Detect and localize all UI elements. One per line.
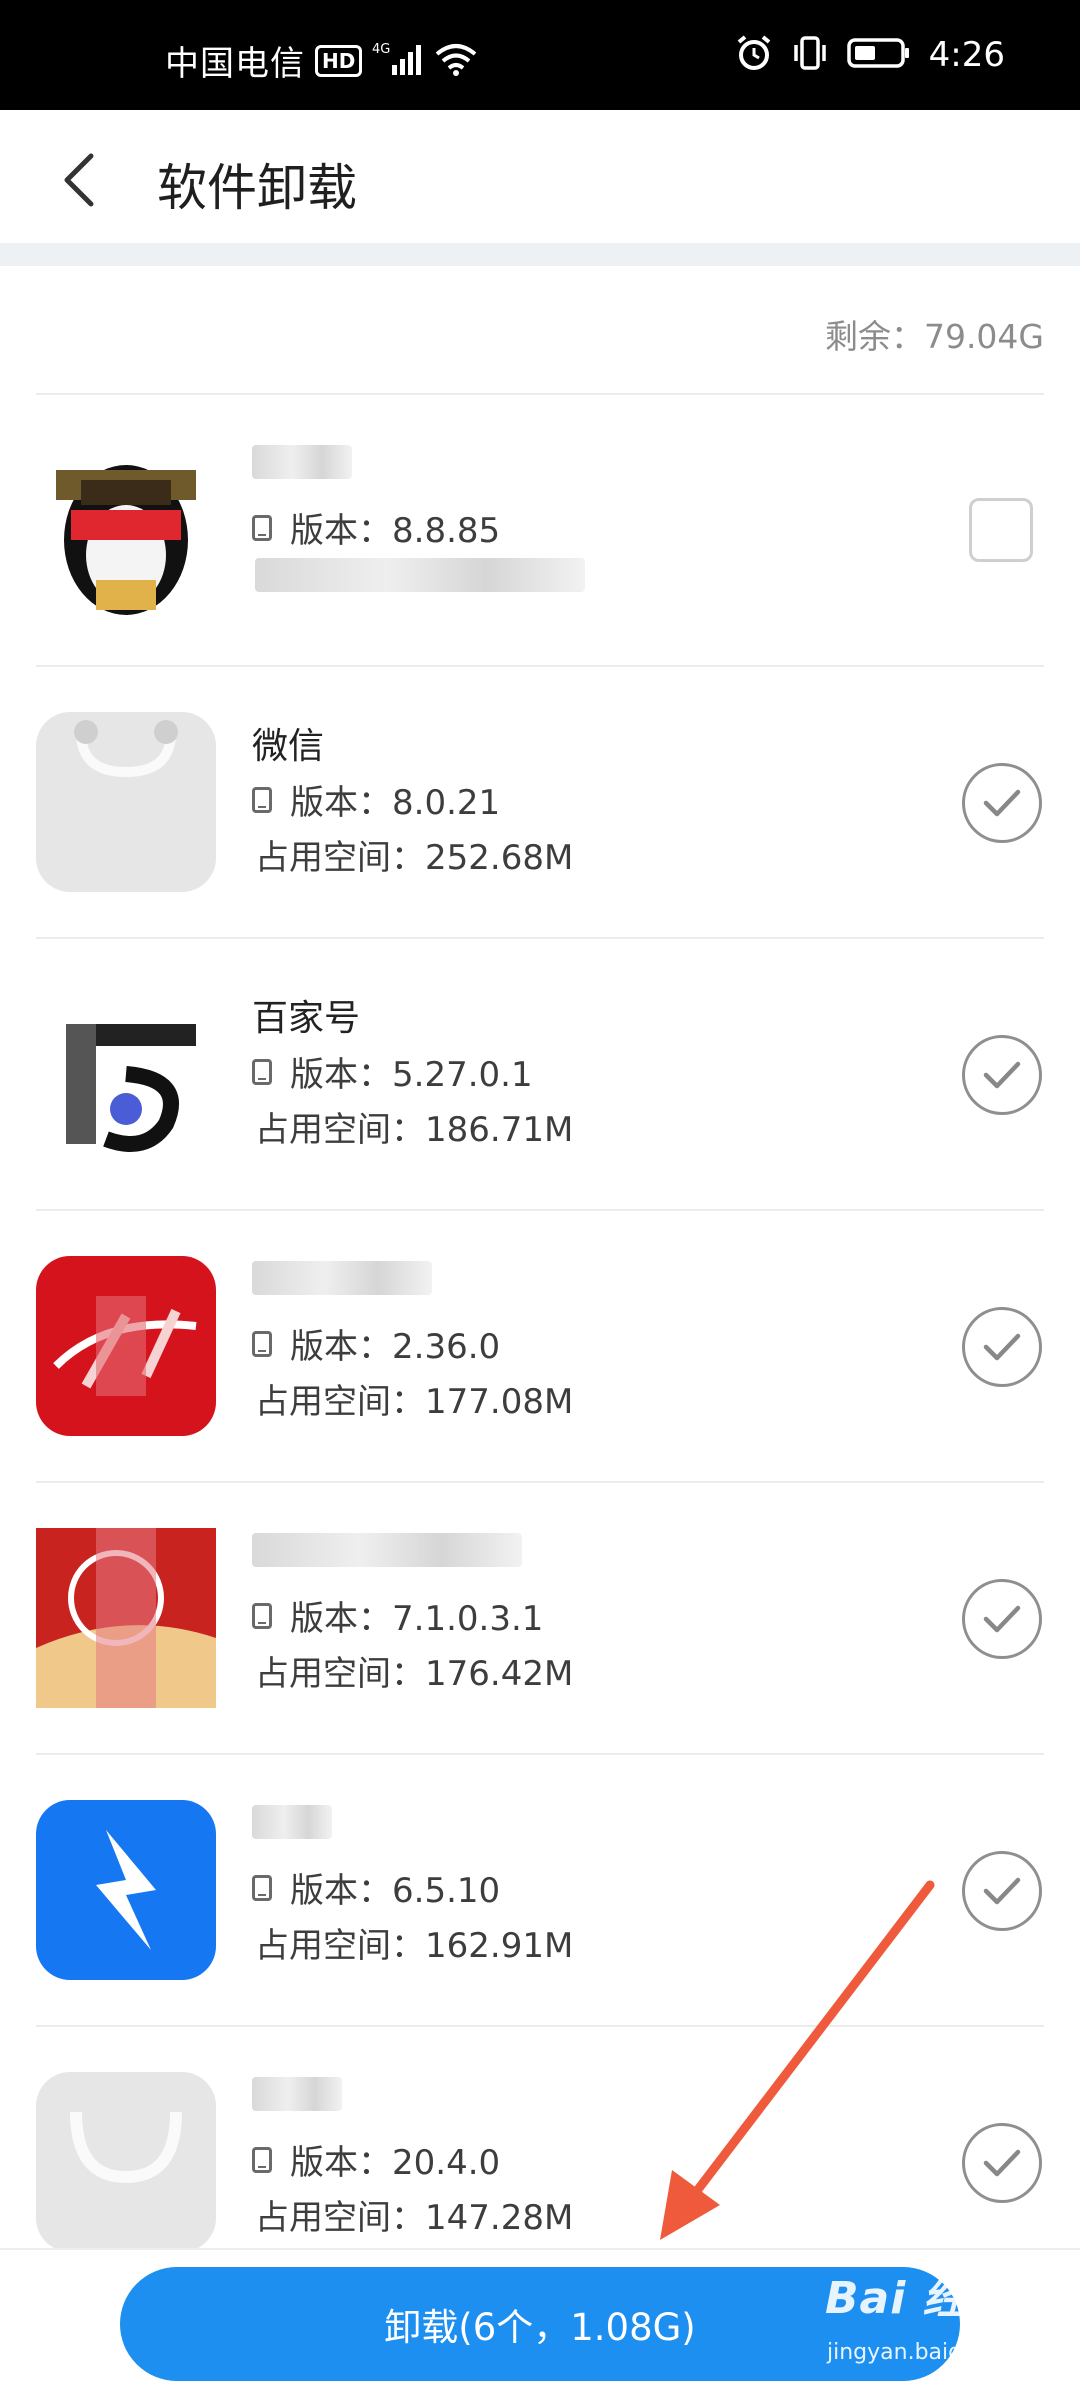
app-name: 微信 xyxy=(252,726,325,767)
app-list: 版本：8.8.85 微信 版本：8.0.21 占用空间：252.68M 百家号 … xyxy=(0,395,1080,2299)
checked-circle-icon[interactable] xyxy=(962,1307,1042,1387)
chevron-left-icon xyxy=(64,153,94,207)
watermark-url: jingyan.baidu.com xyxy=(827,2340,1031,2365)
checked-circle-icon[interactable] xyxy=(962,1851,1042,1931)
network-type: 4G xyxy=(372,42,390,57)
hd-badge: HD xyxy=(315,44,363,77)
penguin-icon xyxy=(36,440,216,620)
app-version: 版本：20.4.0 xyxy=(252,2135,500,2184)
checked-circle-icon[interactable] xyxy=(962,1035,1042,1115)
red-gold-app-icon xyxy=(36,1528,216,1708)
storage-remaining: 剩余：79.04G xyxy=(824,317,1044,356)
list-item[interactable]: 百家号 版本：5.27.0.1 占用空间：186.71M xyxy=(0,939,1080,1211)
select-checkbox[interactable] xyxy=(969,498,1033,562)
app-size: 占用空间：252.68M xyxy=(255,838,574,878)
app-size: 占用空间：177.08M xyxy=(255,1382,574,1422)
list-item[interactable]: 版本：7.1.0.3.1 占用空间：176.42M xyxy=(0,1483,1080,1755)
alarm-icon xyxy=(735,34,773,76)
phone-icon xyxy=(252,1602,272,1629)
status-bar: 中国电信 HD 4G 4:26 xyxy=(0,0,1080,110)
app-name xyxy=(252,1533,522,1577)
phone-icon xyxy=(252,1874,272,1901)
watermark-main: Bai 经验 xyxy=(825,2273,1013,2324)
bag-icon xyxy=(36,712,216,892)
baijiahao-icon xyxy=(36,984,216,1164)
battery-icon xyxy=(846,36,911,74)
app-name xyxy=(252,2077,342,2121)
wifi-icon xyxy=(434,42,478,80)
header-separator xyxy=(0,243,1080,266)
app-size: 占用空间：162.91M xyxy=(255,1926,574,1966)
app-version: 版本：7.1.0.3.1 xyxy=(252,1591,543,1640)
app-version: 版本：8.0.21 xyxy=(252,775,500,824)
app-size: 占用空间：186.71M xyxy=(255,1110,574,1150)
checked-circle-icon[interactable] xyxy=(962,763,1042,843)
app-name xyxy=(252,1261,432,1305)
clock: 4:26 xyxy=(928,35,1005,75)
app-version: 版本：8.8.85 xyxy=(252,503,500,552)
back-button[interactable] xyxy=(55,150,105,210)
page-title: 软件卸载 xyxy=(157,159,357,217)
app-name xyxy=(252,1805,332,1849)
app-version: 版本：6.5.10 xyxy=(252,1863,500,1912)
app-name: 百家号 xyxy=(252,998,361,1039)
phone-icon xyxy=(252,514,272,541)
phone-icon xyxy=(252,786,272,813)
signal-icon: 4G xyxy=(372,41,424,81)
title-bar: 软件卸载 xyxy=(0,110,1080,243)
status-left: 中国电信 HD 4G xyxy=(165,36,478,85)
red-app-icon xyxy=(36,1256,216,1436)
phone-icon xyxy=(252,1330,272,1357)
list-item[interactable]: 版本：8.8.85 xyxy=(0,395,1080,667)
status-right: 4:26 xyxy=(735,34,1005,76)
app-version: 版本：2.36.0 xyxy=(252,1319,500,1368)
phone-icon xyxy=(252,1058,272,1085)
bag-icon xyxy=(36,2072,216,2252)
app-size xyxy=(255,558,585,601)
app-size: 占用空间：176.42M xyxy=(255,1654,574,1694)
list-item[interactable]: 版本：6.5.10 占用空间：162.91M xyxy=(0,1755,1080,2027)
list-item[interactable]: 版本：2.36.0 占用空间：177.08M xyxy=(0,1211,1080,1483)
blue-bolt-icon xyxy=(36,1800,216,1980)
checked-circle-icon[interactable] xyxy=(962,2123,1042,2203)
carrier-label: 中国电信 xyxy=(165,44,305,84)
checked-circle-icon[interactable] xyxy=(962,1579,1042,1659)
app-name xyxy=(252,445,352,489)
vibrate-icon xyxy=(791,35,829,75)
list-item[interactable]: 微信 版本：8.0.21 占用空间：252.68M xyxy=(0,667,1080,939)
app-version: 版本：5.27.0.1 xyxy=(252,1047,533,1096)
baidu-watermark: Bai 经验 jingyan.baidu.com xyxy=(825,2262,1030,2365)
phone-icon xyxy=(252,2146,272,2173)
app-size: 占用空间：147.28M xyxy=(255,2198,574,2238)
